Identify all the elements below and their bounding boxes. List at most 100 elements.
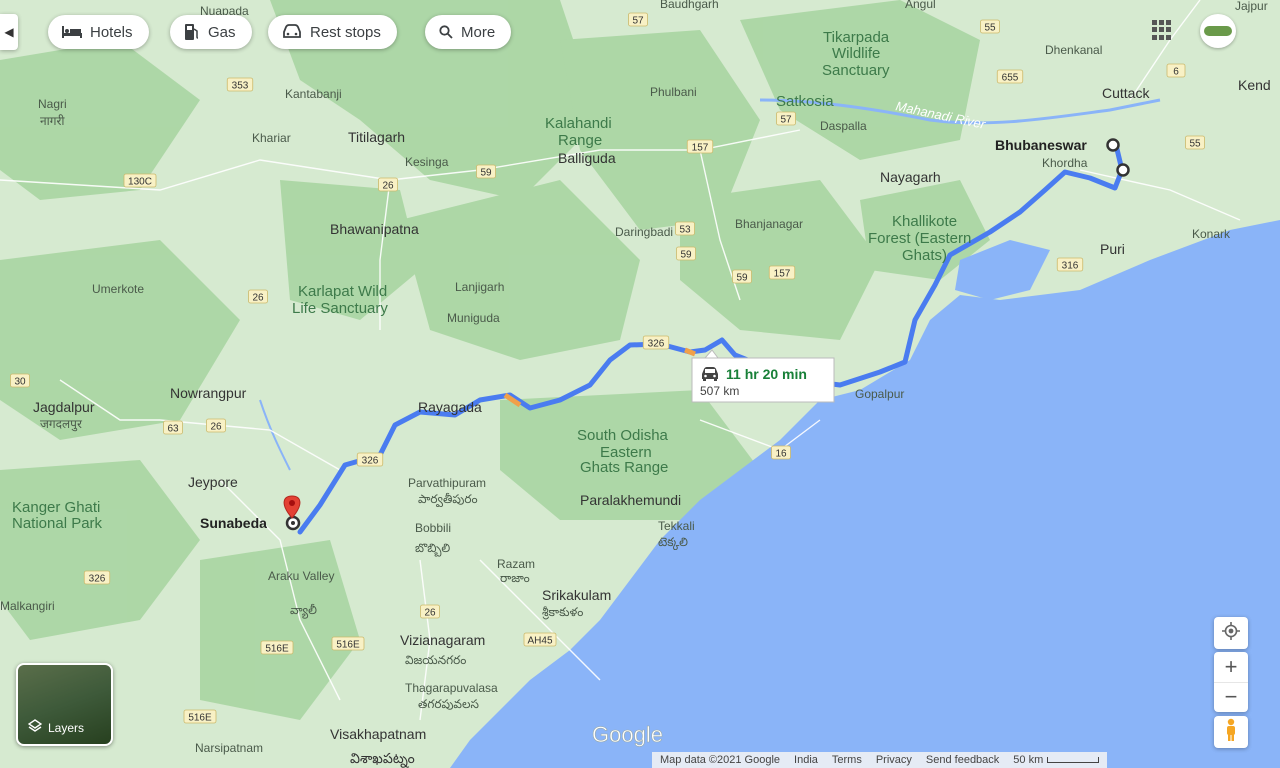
privacy-link[interactable]: Privacy — [876, 754, 912, 766]
place-label: Baudhgarh — [660, 0, 719, 11]
rest-stops-chip[interactable]: Rest stops — [268, 15, 397, 49]
gas-station-icon — [184, 23, 200, 41]
road-shield-label: 26 — [252, 293, 264, 304]
place-label: Bhanjanagar — [735, 217, 803, 231]
park-label: National Park — [12, 515, 103, 532]
zoom-out-button[interactable]: − — [1214, 683, 1248, 712]
place-label: రాజాం — [500, 571, 530, 585]
park-label: Tikarpada — [823, 29, 890, 46]
place-label: Araku Valley — [268, 569, 334, 583]
road-shield: 55 — [1185, 135, 1205, 150]
place-label: Kantabanji — [285, 87, 342, 101]
more-chip[interactable]: More — [425, 15, 512, 49]
destination-marker[interactable] — [1106, 138, 1120, 152]
road-shield: 157 — [686, 139, 714, 154]
layers-button[interactable]: Layers — [16, 663, 113, 746]
road-shield-label: 26 — [424, 608, 436, 619]
place-label: Gopalpur — [855, 387, 904, 401]
terms-link[interactable]: Terms — [832, 754, 862, 766]
hotels-chip[interactable]: Hotels — [48, 15, 149, 49]
car-rest-icon — [282, 24, 302, 40]
place-label: Narsipatnam — [195, 741, 263, 755]
place-label: जगदलपुर — [40, 417, 83, 432]
my-location-button[interactable] — [1214, 617, 1248, 649]
road-shield-label: 26 — [382, 181, 394, 192]
road-shield-label: 16 — [775, 449, 787, 460]
road-shield-label: 59 — [680, 250, 692, 261]
country-link[interactable]: India — [794, 754, 818, 766]
chevron-left-icon: ◀ — [4, 25, 14, 39]
road-shield-label: AH45 — [527, 636, 552, 647]
scale-label: 50 km — [1013, 754, 1044, 766]
road-shield-label: 57 — [780, 115, 792, 126]
plus-icon: + — [1224, 654, 1238, 679]
apps-grid-icon[interactable] — [1152, 20, 1172, 40]
road-shield: 6 — [1166, 63, 1186, 78]
road-shield-label: 353 — [232, 81, 249, 92]
send-feedback-link[interactable]: Send feedback — [926, 754, 999, 766]
bed-icon — [62, 25, 82, 39]
place-label: Lanjigarh — [455, 280, 504, 294]
collapse-panel-button[interactable]: ◀ — [0, 14, 18, 50]
place-label: Jeypore — [188, 474, 238, 490]
road-shield-label: 55 — [1189, 139, 1201, 150]
road-shield-label: 157 — [692, 143, 709, 154]
road-shield-label: 59 — [736, 273, 748, 284]
place-label: Dhenkanal — [1045, 43, 1102, 57]
road-shield: 130C — [123, 173, 157, 188]
park-label: Sanctuary — [822, 62, 890, 79]
road-shield: 57 — [776, 111, 796, 126]
road-shield: 516E — [331, 636, 365, 651]
road-shield: 516E — [260, 640, 294, 655]
road-shield-label: 316 — [1062, 261, 1079, 272]
place-label: Daringbadi — [615, 225, 673, 239]
road-shield: 53 — [675, 221, 695, 236]
road-shield-label: 326 — [89, 574, 106, 585]
road-shield-label: 57 — [632, 16, 644, 27]
place-label-destination: Bhubaneswar — [995, 137, 1087, 153]
place-label: Vizianagaram — [400, 632, 485, 648]
park-label: Kalahandi — [545, 115, 612, 132]
place-label: Muniguda — [447, 311, 500, 325]
street-view-pegman-button[interactable] — [1214, 716, 1248, 748]
map-canvas[interactable]: 57 55 353 655 6 57 157 55 130C 26 59 53 59 157 316 26 59… — [0, 0, 1280, 768]
place-label: Balliguda — [558, 150, 616, 166]
zoom-controls: + − — [1214, 652, 1248, 712]
route-info-callout[interactable]: 11 hr 20 min 507 km — [691, 349, 835, 403]
google-logo: Google — [592, 722, 663, 747]
waypoint-marker[interactable] — [1116, 163, 1130, 177]
place-label: పార్వతీపురం — [418, 492, 478, 508]
avatar[interactable] — [1200, 14, 1236, 48]
car-icon — [702, 367, 718, 381]
zoom-in-button[interactable]: + — [1214, 653, 1248, 683]
place-label: Parvathipuram — [408, 476, 486, 490]
park-label: Life Sanctuary — [292, 300, 388, 317]
place-label: బొబ్బిలి — [415, 541, 450, 557]
gas-chip[interactable]: Gas — [170, 15, 252, 49]
place-label: Nagri — [38, 97, 67, 111]
place-label: Angul — [905, 0, 936, 11]
place-label: Cuttack — [1102, 85, 1150, 101]
road-shield-label: 6 — [1173, 67, 1179, 78]
road-shield: 59 — [476, 164, 496, 179]
more-label: More — [461, 23, 496, 41]
road-shield: 26 — [248, 289, 268, 304]
place-label: Rayagada — [418, 399, 482, 415]
search-icon — [439, 25, 453, 39]
scale-bar[interactable]: 50 km — [1013, 754, 1100, 766]
place-label: Khordha — [1042, 156, 1088, 170]
place-label: Tekkali — [658, 519, 695, 533]
place-label: టెక్కలి — [658, 535, 688, 551]
route-distance: 507 km — [700, 384, 739, 398]
rest-stops-label: Rest stops — [310, 23, 381, 41]
road-shield-label: 59 — [480, 168, 492, 179]
place-label: Nowrangpur — [170, 385, 247, 401]
park-label: Wildlife — [832, 45, 880, 62]
road-shield: 59 — [732, 269, 752, 284]
road-shield-label: 63 — [167, 424, 179, 435]
park-label: Satkosia — [776, 93, 834, 110]
place-label: Jagdalpur — [33, 399, 95, 415]
road-shield: 30 — [10, 373, 30, 388]
road-shield-label: 326 — [648, 339, 665, 350]
road-shield: 26 — [206, 418, 226, 433]
